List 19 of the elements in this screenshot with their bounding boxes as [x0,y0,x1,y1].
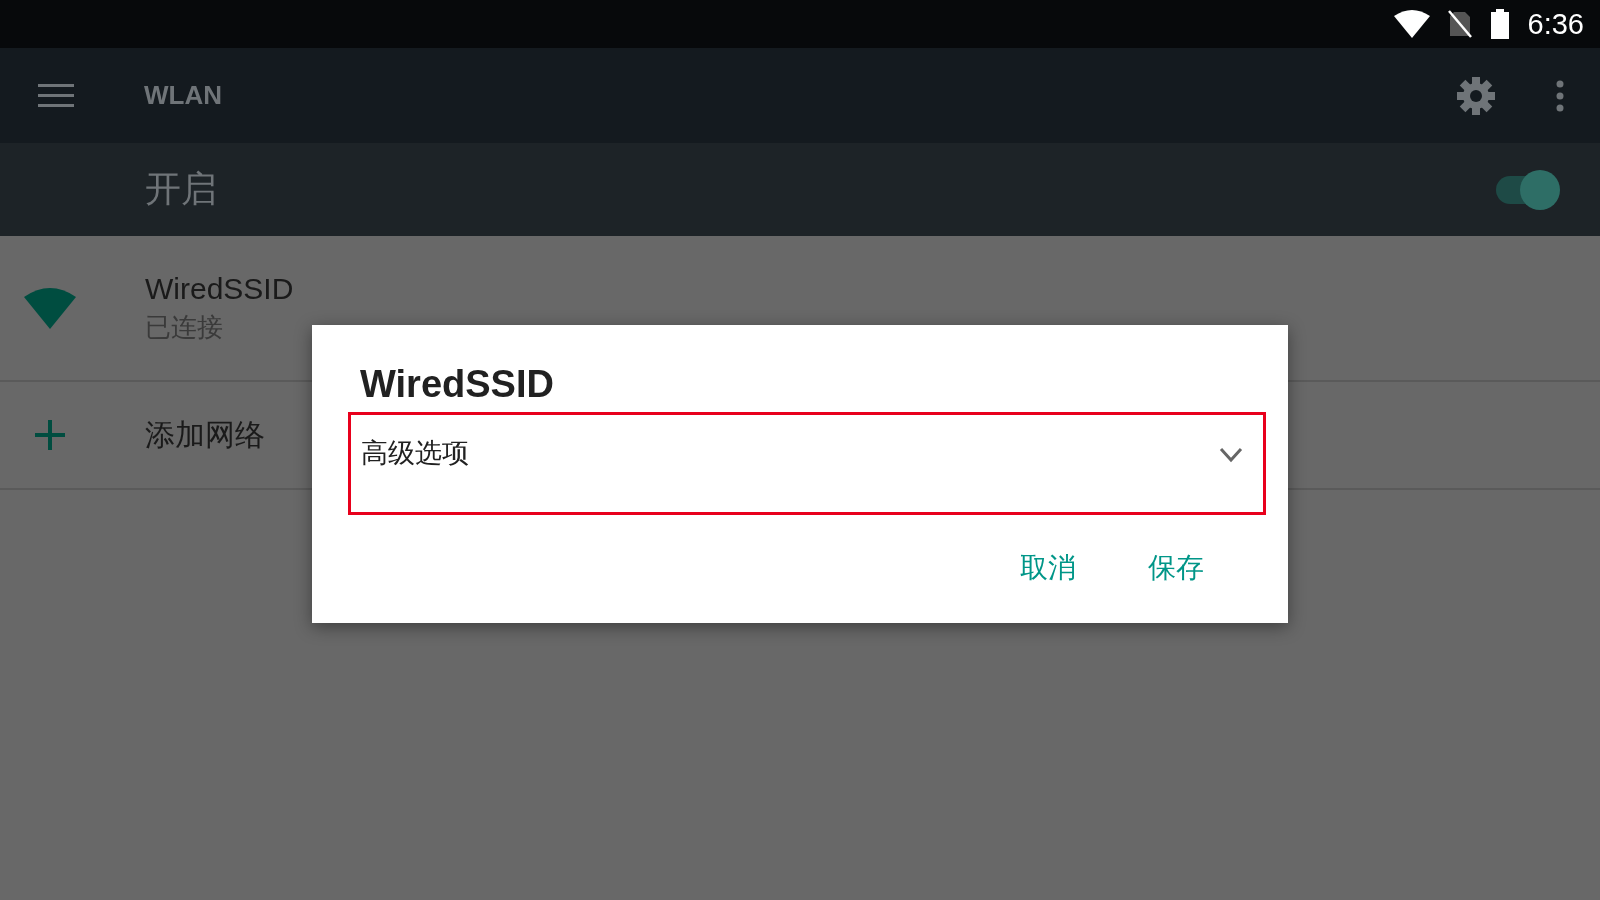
settings-icon[interactable] [1456,75,1496,116]
network-name[interactable]: WiredSSID [145,271,294,306]
more-options-icon[interactable] [1556,79,1564,112]
battery-icon [1489,9,1510,39]
advanced-options-row[interactable]: 高级选项 [348,412,1266,515]
network-name[interactable]: 添加网络 [145,414,265,456]
dialog-button[interactable]: 保存 [1134,541,1218,595]
app-title: WLAN [144,80,222,111]
menu-icon[interactable] [38,83,74,108]
no-sim-icon [1447,10,1472,38]
wifi-signal-icon [24,287,76,329]
dialog-button[interactable]: 取消 [1006,541,1090,595]
switch-label: 开启 [145,167,217,211]
wifi-toggle[interactable] [1494,169,1560,210]
dialog-title: WiredSSID [360,363,555,406]
advanced-options-label: 高级选项 [361,437,469,470]
clock-time: 6:36 [1527,7,1584,41]
wifi-icon [1393,10,1430,38]
chevron-icon[interactable] [1219,447,1243,463]
